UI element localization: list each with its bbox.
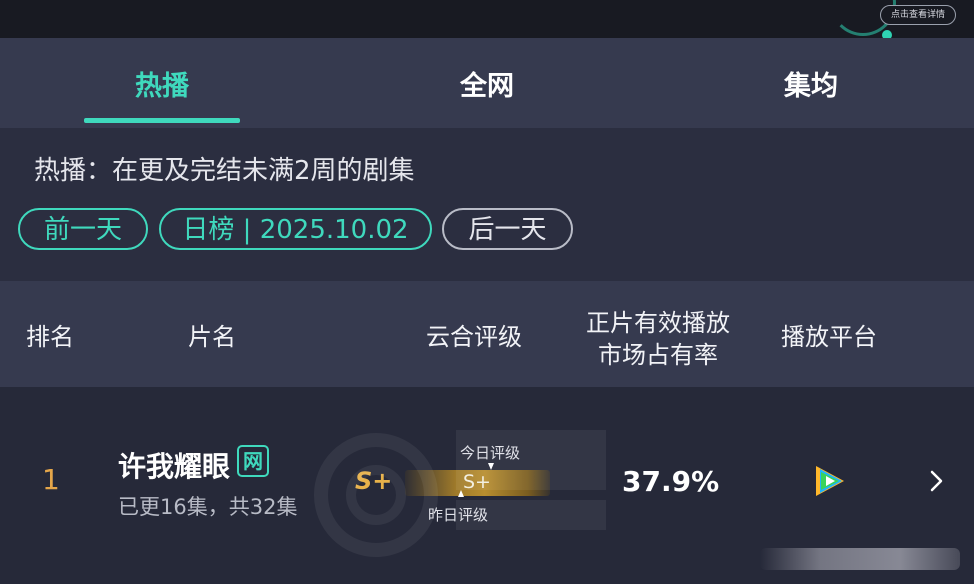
table-header: 排名 片名 云合评级 正片有效播放 市场占有率 播放平台 [0, 281, 974, 387]
network-drama-tag: 网 [237, 445, 269, 477]
list-description: 热播：在更及完结未满2周的剧集 [34, 156, 415, 186]
yesterday-rating-label: 昨日评级 [428, 506, 489, 524]
drama-title: 许我耀眼 [118, 450, 231, 483]
date-selector[interactable]: 日榜 | 2025.10.02 [159, 208, 432, 250]
today-marker [488, 463, 494, 470]
episode-count: 已更16集，共32集 [118, 495, 298, 519]
ranking-tabs: 热播 全网 集均 [0, 38, 974, 128]
today-rating-label: 今日评级 [460, 444, 521, 462]
active-tab-indicator [84, 118, 240, 123]
header-rank: 排名 [26, 323, 74, 351]
previous-day-button[interactable]: 前一天 [18, 208, 148, 250]
header-title: 片名 [188, 323, 236, 351]
tab-episode-average[interactable]: 集均 [731, 64, 891, 103]
filter-panel: 热播：在更及完结未满2周的剧集 前一天 日榜 | 2025.10.02 后一天 [0, 128, 974, 281]
chevron-right-icon[interactable] [926, 469, 946, 493]
header-share-line1: 正片有效播放 [586, 309, 730, 337]
header-platform: 播放平台 [781, 323, 877, 351]
next-day-button[interactable]: 后一天 [442, 208, 573, 250]
watermark-blur [760, 548, 960, 570]
rating-bar-label: S+ [463, 471, 491, 493]
tab-hot[interactable]: 热播 [82, 64, 242, 103]
view-details-button[interactable]: 点击查看详情 [879, 5, 956, 25]
row-rank: 1 [42, 463, 60, 496]
yesterday-marker [458, 490, 464, 497]
tab-all-network[interactable]: 全网 [407, 64, 567, 103]
header-share-line2: 市场占有率 [598, 341, 718, 369]
top-banner: 点击查看详情 [0, 0, 974, 40]
tencent-video-icon [816, 466, 844, 496]
rating-grade: S+ [355, 467, 393, 495]
header-rating: 云合评级 [426, 323, 522, 351]
market-share: 37.9% [622, 465, 720, 498]
